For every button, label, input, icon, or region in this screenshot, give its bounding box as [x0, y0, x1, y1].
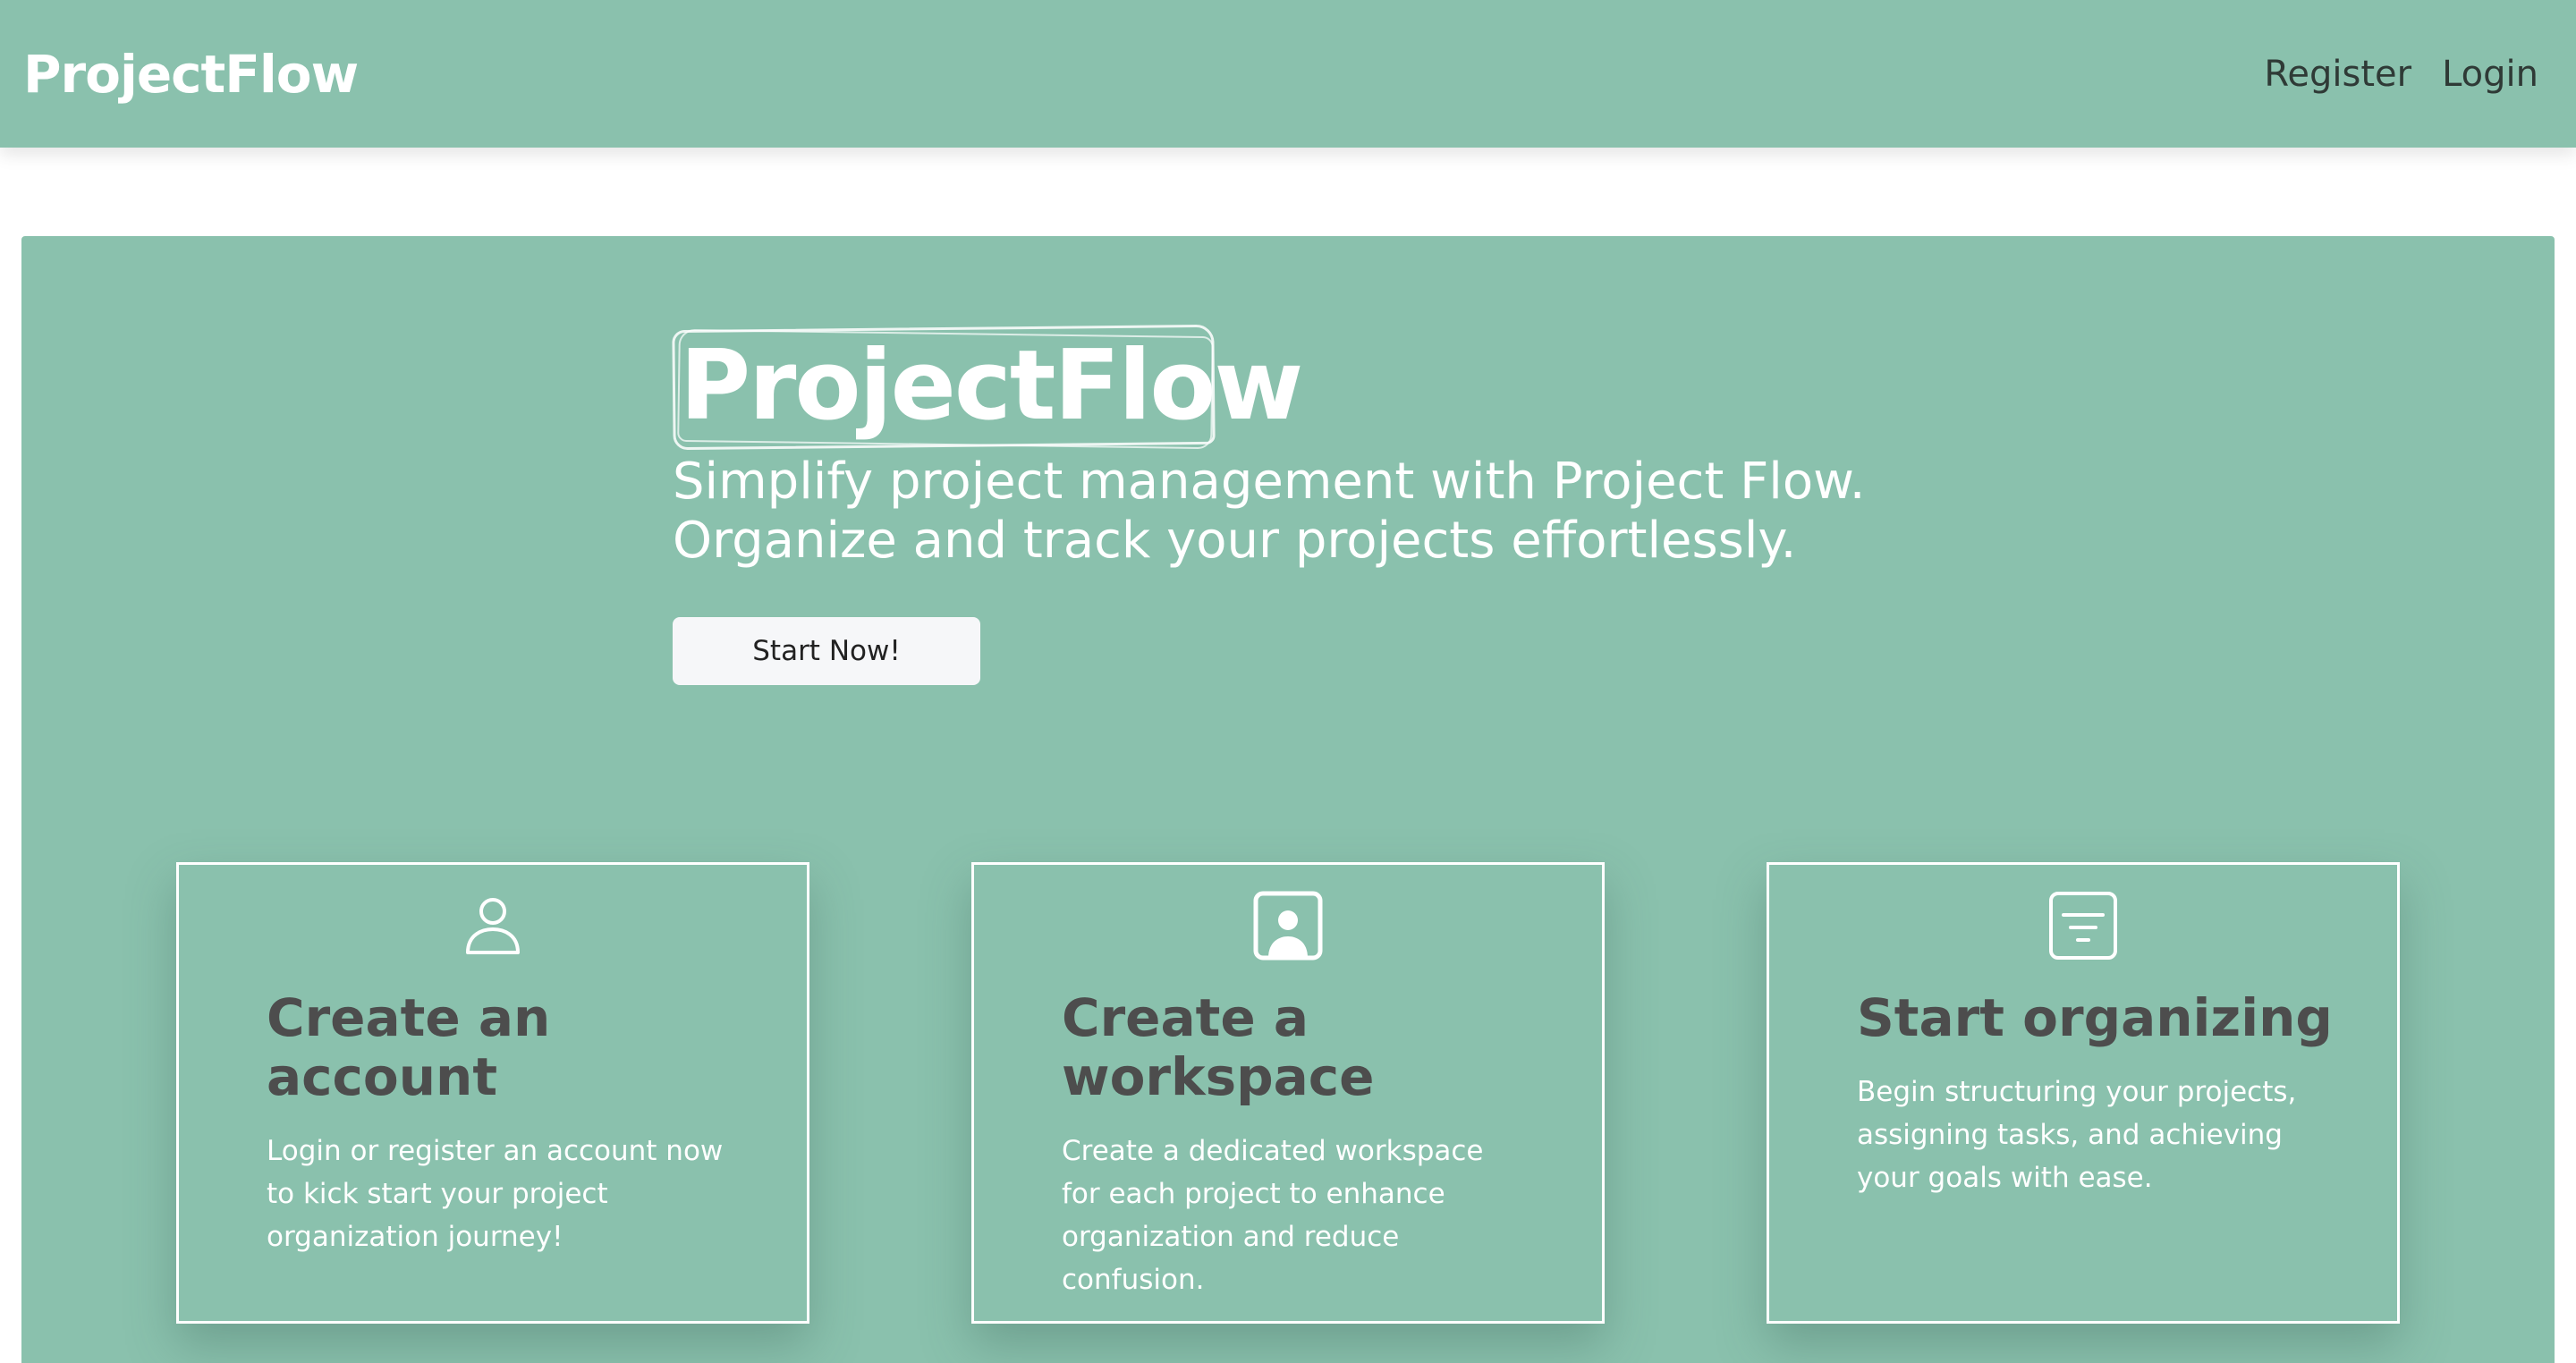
brand-logo-link[interactable]: ProjectFlow	[23, 44, 359, 105]
start-now-button[interactable]: Start Now!	[673, 617, 980, 685]
workspace-user-icon	[1253, 891, 1323, 961]
register-link[interactable]: Register	[2264, 54, 2411, 95]
nav-links: Register Login	[2264, 54, 2538, 95]
card-title: Create an account	[267, 987, 551, 1107]
card-title: Create a workspace	[1062, 987, 1375, 1107]
card-text: Begin structuring your projects, assigni…	[1857, 1076, 2297, 1194]
feature-card-organize: Start organizing Begin structuring your …	[1767, 862, 2400, 1324]
list-filter-icon	[2049, 892, 2117, 960]
hero-subtitle: Simplify project management with Project…	[673, 453, 1866, 570]
feature-card-account: Create an account Login or register an a…	[176, 862, 809, 1324]
top-navbar: ProjectFlow Register Login	[0, 0, 2576, 148]
card-text: Login or register an account now to kick…	[267, 1135, 724, 1253]
hero-title-frame: ProjectFlow	[673, 324, 1310, 440]
user-icon	[466, 898, 520, 954]
card-title: Start organizing	[1857, 987, 2333, 1048]
login-link[interactable]: Login	[2442, 54, 2538, 95]
card-text: Create a dedicated workspace for each pr…	[1062, 1135, 1484, 1296]
feature-card-workspace: Create a workspace Create a dedicated wo…	[971, 862, 1605, 1324]
hero-content: ProjectFlow Simplify project management …	[673, 324, 2014, 685]
hero-title: ProjectFlow	[680, 330, 1303, 442]
hero-section: ProjectFlow Simplify project management …	[21, 236, 2555, 1363]
